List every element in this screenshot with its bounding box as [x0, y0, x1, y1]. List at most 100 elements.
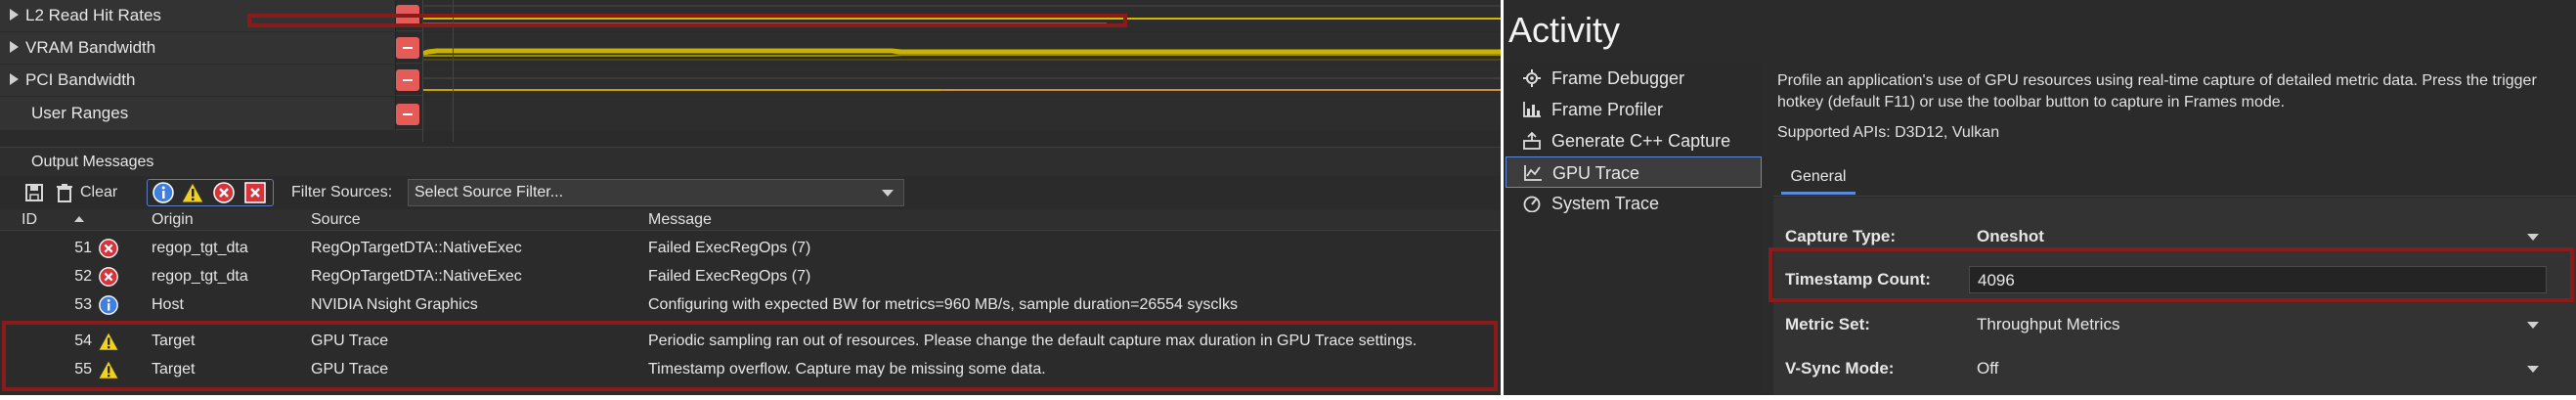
activity-item-generate-cpp-capture[interactable]: Generate C++ Capture: [1506, 125, 1762, 156]
settings-area: Capture Type: Oneshot Timestamp Count: 4…: [1773, 198, 2576, 395]
clear-button[interactable]: Clear: [80, 176, 117, 209]
timeline-row-l2-read-hit-rates[interactable]: L2 Read Hit Rates: [0, 0, 1501, 31]
timeline-row-label[interactable]: PCI Bandwidth: [0, 65, 396, 96]
message-origin: Target: [152, 361, 196, 378]
activity-panel: Activity Frame Debugger Frame Profiler G…: [1504, 0, 2576, 395]
message-id: 55: [74, 361, 92, 378]
sort-ascending-icon[interactable]: [74, 216, 84, 222]
chevron-down-icon: [2527, 366, 2539, 373]
metric-set-dropdown[interactable]: Throughput Metrics: [1969, 311, 2547, 338]
source-filter-select[interactable]: Select Source Filter...: [408, 179, 904, 206]
message-origin: regop_tgt_dta: [152, 268, 248, 285]
warning-icon: [98, 359, 119, 379]
filter-sources-label: Filter Sources:: [291, 184, 393, 200]
output-messages-title: Output Messages: [0, 147, 1501, 176]
timeline-row-pci-bandwidth[interactable]: PCI Bandwidth: [0, 65, 1501, 96]
message-id: 52: [74, 268, 92, 285]
timeline-row-label[interactable]: L2 Read Hit Rates: [0, 0, 396, 31]
activity-item-frame-profiler[interactable]: Frame Profiler: [1506, 94, 1762, 125]
info-filter-icon[interactable]: [152, 181, 175, 204]
info-icon: [99, 295, 118, 315]
activity-description: Profile an application's use of GPU reso…: [1777, 72, 2537, 111]
message-text: Timestamp overflow. Capture may be missi…: [648, 361, 1046, 378]
timeline-graph[interactable]: [422, 65, 1501, 96]
timeline-and-output-panel: L2 Read Hit Rates VRAM Bandwidth PCI Ban…: [0, 0, 1501, 395]
setting-label: Metric Set:: [1785, 315, 1870, 333]
remove-row-button[interactable]: [396, 104, 419, 125]
message-row[interactable]: 52 regop_tgt_dta RegOpTargetDTA::NativeE…: [0, 262, 1501, 290]
column-header-source[interactable]: Source: [311, 209, 361, 231]
message-origin: Host: [152, 296, 184, 313]
pci-bandwidth-graph: [422, 77, 1501, 91]
output-toolbar: Clear Filter Sources: Select Source Filt…: [0, 176, 1501, 209]
remove-row-button[interactable]: [396, 5, 419, 26]
message-row[interactable]: 53 Host NVIDIA Nsight Graphics Configuri…: [0, 290, 1501, 319]
row-label-text: PCI Bandwidth: [25, 70, 136, 89]
vsync-mode-dropdown[interactable]: Off: [1969, 355, 2547, 382]
timeline-row-label[interactable]: User Ranges: [0, 97, 396, 130]
setting-label: V-Sync Mode:: [1785, 359, 1895, 378]
message-id: 51: [74, 240, 92, 256]
setting-metric-set: Metric Set: Throughput Metrics: [1773, 305, 2576, 344]
error-filter-icon[interactable]: [212, 181, 236, 204]
message-text: Failed ExecRegOps (7): [648, 268, 811, 285]
bar-chart-icon: [1523, 102, 1541, 117]
timestamp-count-input[interactable]: 4096: [1969, 266, 2547, 293]
timeline-row-label[interactable]: VRAM Bandwidth: [0, 32, 396, 64]
dropdown-value: Off: [1977, 359, 1999, 378]
vram-bandwidth-graph: [421, 48, 1501, 61]
message-origin: regop_tgt_dta: [152, 240, 248, 256]
message-source: NVIDIA Nsight Graphics: [311, 296, 478, 313]
trash-icon[interactable]: [55, 183, 74, 202]
remove-row-button[interactable]: [396, 69, 419, 91]
message-text: Configuring with expected BW for metrics…: [648, 296, 1238, 313]
activity-item-label: Frame Profiler: [1551, 100, 1664, 119]
activity-item-frame-debugger[interactable]: Frame Debugger: [1506, 63, 1762, 94]
settings-tab-bar: General: [1773, 157, 2576, 197]
setting-label: Capture Type:: [1785, 227, 1897, 245]
activity-item-label: Frame Debugger: [1551, 68, 1685, 88]
timeline-graph[interactable]: [422, 97, 1501, 130]
tab-general[interactable]: General: [1781, 161, 1856, 195]
timeline-gridline: [453, 0, 454, 142]
activity-item-system-trace[interactable]: System Trace: [1506, 188, 1762, 219]
column-header-id[interactable]: ID: [22, 209, 37, 231]
timeline-row-vram-bandwidth[interactable]: VRAM Bandwidth: [0, 32, 1501, 64]
column-header-origin[interactable]: Origin: [152, 209, 194, 231]
setting-timestamp-count: Timestamp Count: 4096: [1773, 260, 2576, 299]
message-text: Periodic sampling ran out of resources. …: [648, 333, 1418, 349]
messages-column-header: ID Origin Source Message: [0, 209, 1501, 231]
message-row[interactable]: 54 Target GPU Trace Periodic sampling ra…: [0, 327, 1501, 355]
expand-arrow-icon[interactable]: [10, 72, 19, 85]
message-source: RegOpTargetDTA::NativeExec: [311, 268, 522, 285]
fatal-error-filter-icon[interactable]: [243, 181, 267, 204]
trace-chart-icon: [1524, 165, 1542, 181]
timeline-graph[interactable]: [422, 0, 1501, 31]
row-label-text: L2 Read Hit Rates: [25, 6, 161, 24]
setting-capture-type: Capture Type: Oneshot: [1773, 217, 2576, 256]
message-id: 54: [74, 333, 92, 349]
message-row[interactable]: 55 Target GPU Trace Timestamp overflow. …: [0, 355, 1501, 383]
warning-filter-icon[interactable]: [181, 181, 204, 204]
save-icon[interactable]: [24, 183, 44, 202]
chevron-down-icon: [2527, 234, 2539, 241]
timeline-row-user-ranges[interactable]: User Ranges: [0, 97, 1501, 130]
activity-title: Activity: [1508, 10, 1621, 50]
expand-arrow-icon[interactable]: [10, 40, 19, 53]
activity-list: Frame Debugger Frame Profiler Generate C…: [1506, 63, 1762, 395]
timeline-graph[interactable]: [421, 32, 1501, 64]
expand-arrow-icon[interactable]: [10, 8, 19, 21]
setting-vsync-mode: V-Sync Mode: Off: [1773, 349, 2576, 388]
error-icon: [99, 267, 118, 287]
message-type-filter-group: [147, 179, 274, 206]
message-row[interactable]: 51 regop_tgt_dta RegOpTargetDTA::NativeE…: [0, 234, 1501, 262]
capture-type-dropdown[interactable]: Oneshot: [1969, 223, 2547, 250]
source-filter-value: Select Source Filter...: [415, 184, 564, 200]
message-source: GPU Trace: [311, 333, 389, 349]
chevron-down-icon: [882, 190, 894, 197]
remove-row-button[interactable]: [396, 37, 419, 59]
column-header-message[interactable]: Message: [648, 209, 712, 231]
chevron-down-icon: [2527, 322, 2539, 329]
activity-item-label: System Trace: [1551, 194, 1660, 213]
activity-item-gpu-trace[interactable]: GPU Trace: [1506, 156, 1762, 188]
